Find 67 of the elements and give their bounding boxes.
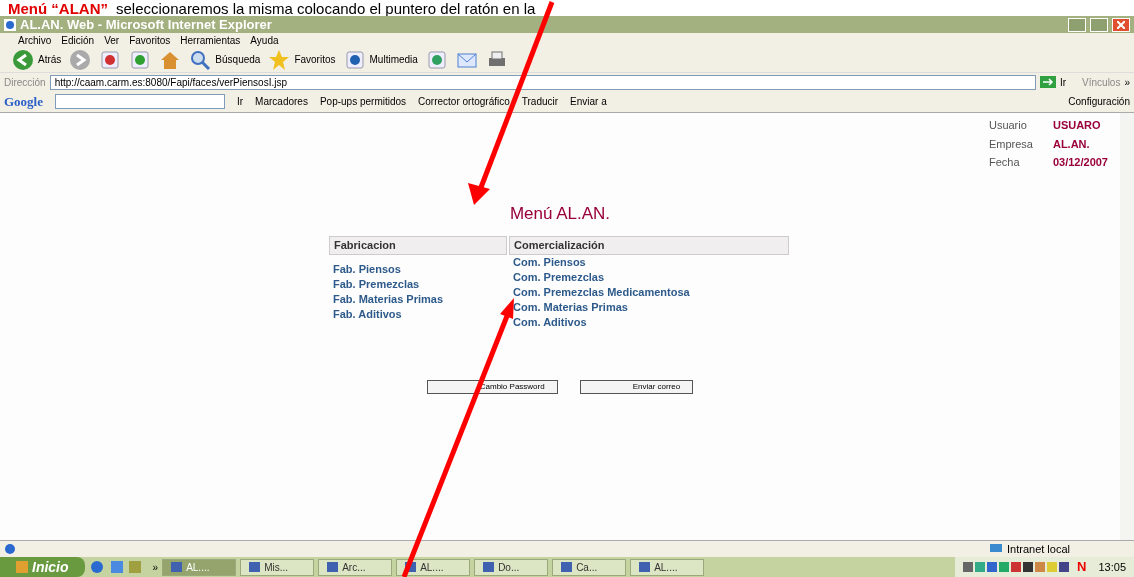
toolbar-item[interactable]: Traducir	[521, 94, 559, 109]
address-field[interactable]: http://caam.carm.es:8080/Fapi/faces/verPiensosI.jsp	[49, 74, 1036, 90]
menu-item[interactable]: Edición	[61, 32, 95, 48]
toolbar-button[interactable]: Atrás	[12, 48, 62, 71]
menu-item[interactable]: Ver	[104, 32, 120, 48]
info-label: Usuario	[988, 118, 1028, 133]
column-header: Fabricacion	[329, 236, 507, 255]
menu-item[interactable]: Herramientas	[180, 32, 241, 48]
google-search-field[interactable]	[55, 94, 225, 109]
menu-link[interactable]: Fab. Materias Primas	[333, 291, 503, 307]
menu-link[interactable]: Fab. Piensos	[333, 261, 503, 277]
info-value: 03/12/2007	[1052, 155, 1108, 170]
taskbar-button[interactable]: Arc...	[318, 558, 393, 576]
taskbar-button[interactable]: Ca...	[552, 558, 627, 576]
more-chevron[interactable]: »	[1124, 74, 1130, 90]
menu-link[interactable]: Fab. Aditivos	[333, 306, 503, 322]
tray-letter[interactable]: N	[1077, 557, 1087, 577]
menu-item[interactable]: Ayuda	[250, 32, 279, 48]
page-icon	[4, 543, 16, 555]
toolbar-item[interactable]: Corrector ortográfico	[418, 94, 510, 109]
window-title: AL.AN. Web - Microsoft Internet Explorer	[20, 15, 273, 34]
column-header: Comercialización	[509, 236, 789, 255]
close-button[interactable]	[1112, 17, 1130, 32]
go-button[interactable]: Ir	[1039, 74, 1067, 90]
menu-link[interactable]: Com. Piensos	[513, 254, 785, 270]
forward-icon	[69, 48, 92, 71]
close-icon	[1117, 20, 1125, 29]
minimize-button[interactable]	[1068, 17, 1086, 32]
zone-label: Intranet local	[1007, 541, 1070, 557]
menu-link[interactable]: Com. Premezclas	[513, 269, 785, 285]
address-label: Dirección	[4, 75, 46, 90]
taskbar-button[interactable]: Do...	[474, 558, 549, 576]
info-label: Fecha	[988, 155, 1021, 170]
toolbar-button[interactable]: Favoritos	[268, 48, 336, 71]
globe-icon	[343, 48, 366, 71]
back-icon	[12, 48, 34, 71]
toolbar-button[interactable]: Multimedia	[343, 48, 418, 71]
taskbar-button[interactable]: Mis...	[240, 558, 315, 576]
browser-icon	[4, 18, 16, 31]
info-value: USUARO	[1052, 118, 1101, 133]
toolbar-item[interactable]: Marcadores	[255, 94, 308, 109]
restore-button[interactable]	[1090, 17, 1108, 32]
caption-highlight: Menú “ALAN”	[8, 1, 108, 16]
toolbar-button[interactable]: Búsqueda	[189, 48, 261, 71]
google-go-button[interactable]: Ir	[237, 94, 244, 109]
taskbar-button[interactable]: AL....	[396, 558, 471, 576]
info-label: Empresa	[988, 136, 1034, 152]
toolbar-button[interactable]	[69, 48, 92, 71]
form-button[interactable]: Enviar correo	[579, 379, 694, 394]
menu-link[interactable]: Fab. Premezclas	[333, 276, 503, 292]
menu-link[interactable]: Com. Aditivos	[513, 314, 785, 330]
page-heading: Menú AL.AN.	[509, 202, 611, 225]
clock: 13:05	[1098, 559, 1126, 575]
menu-item[interactable]: Favoritos	[129, 32, 171, 48]
search-icon	[189, 48, 212, 71]
settings-button[interactable]: Configuración	[1068, 94, 1130, 109]
star-icon	[268, 48, 291, 71]
arrow-right-icon	[1039, 76, 1056, 88]
menu-item[interactable]: Archivo	[18, 32, 52, 48]
toolbar-item[interactable]: Enviar a	[570, 94, 607, 109]
google-logo: Google	[4, 92, 43, 111]
more-chevron[interactable]: »	[152, 559, 159, 575]
menu-link[interactable]: Com. Premezclas Medicamentosa	[513, 284, 785, 300]
network-icon	[989, 543, 1003, 555]
info-value: AL.AN.	[1052, 136, 1090, 152]
taskbar-button[interactable]: AL....	[630, 558, 705, 576]
toolbar-item[interactable]: Pop-ups permitidos	[319, 94, 407, 109]
